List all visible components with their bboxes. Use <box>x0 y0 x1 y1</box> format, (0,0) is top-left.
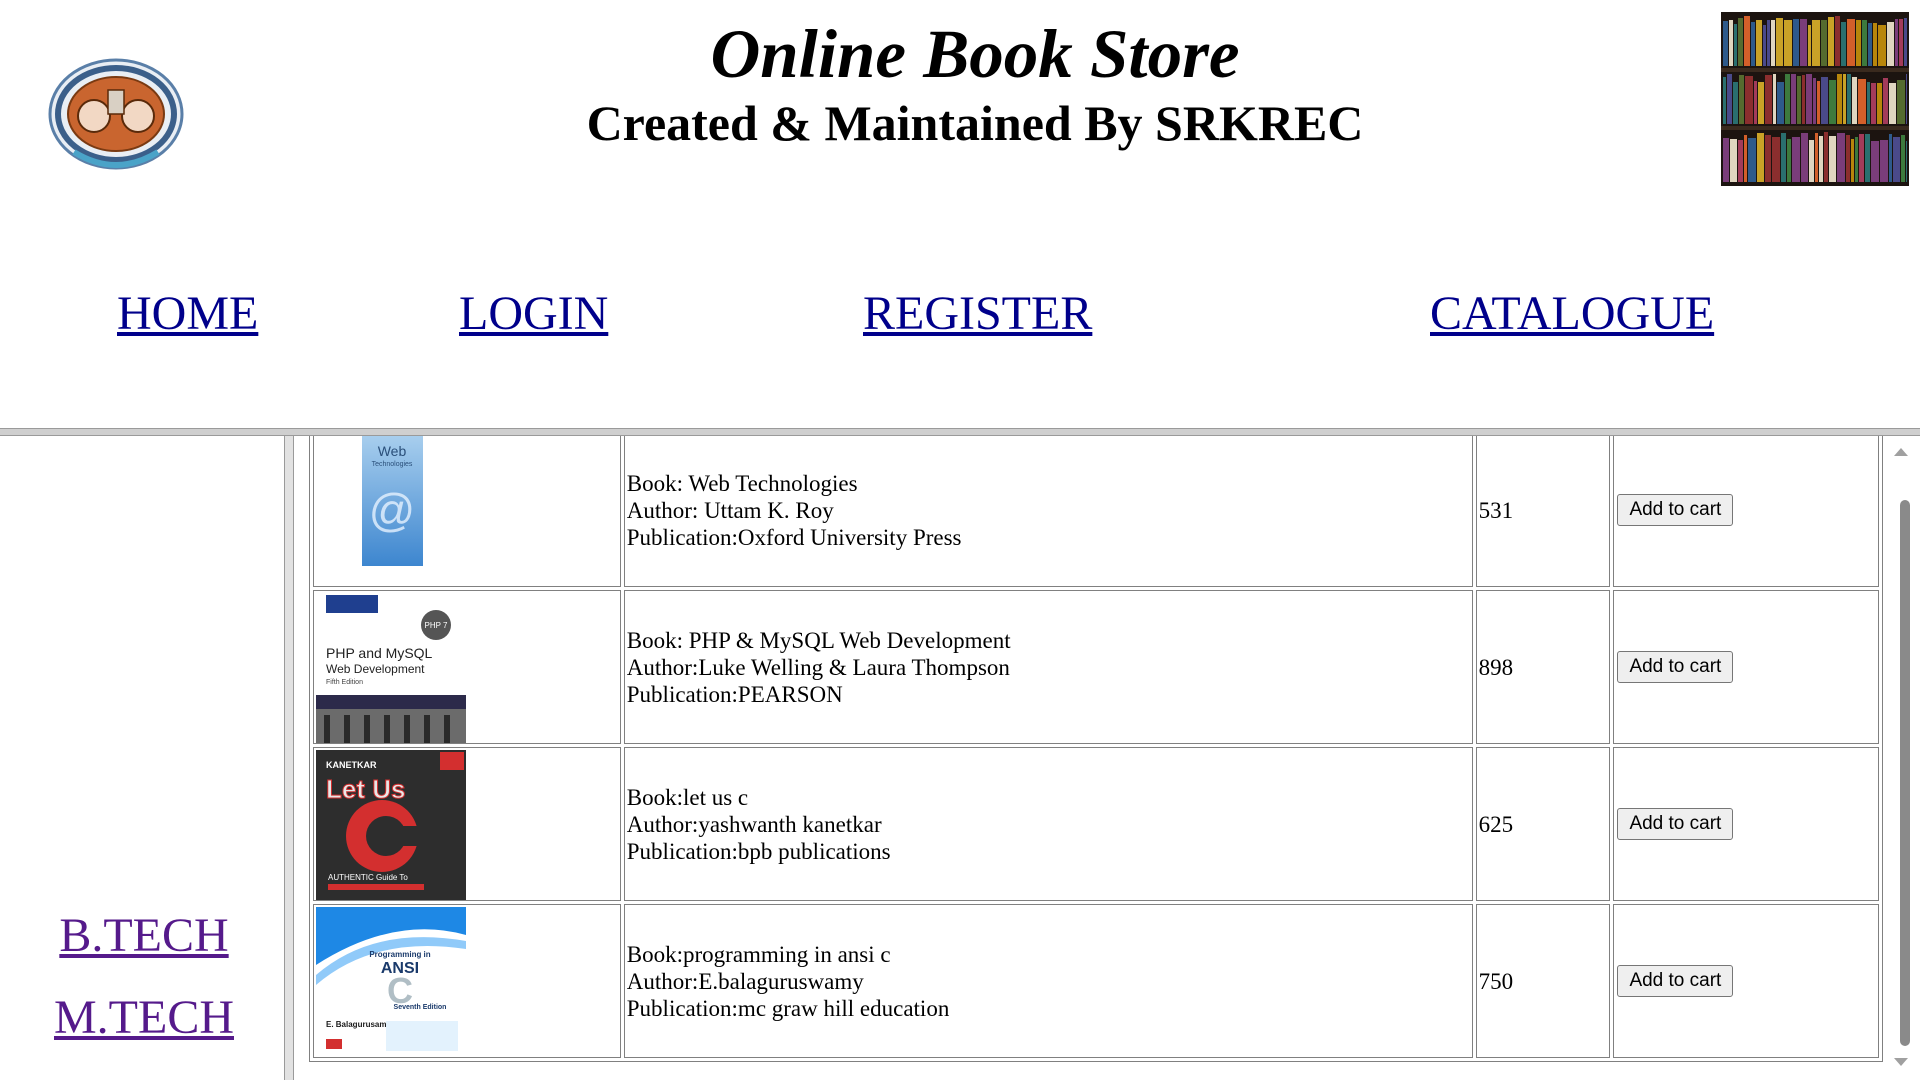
book-price: 531 <box>1475 436 1611 587</box>
cart-cell: Add to cart <box>1613 590 1879 744</box>
header: Online Book Store Created & Maintained B… <box>0 0 1920 428</box>
book-publication: Publication:PEARSON <box>626 681 843 707</box>
sidebar-item-btech[interactable]: B.TECH <box>0 906 288 966</box>
scroll-down-arrow-icon[interactable] <box>1894 1058 1908 1066</box>
scrollbar-thumb[interactable] <box>1900 500 1910 1046</box>
cover-text: Let Us <box>326 774 405 804</box>
add-to-cart-button[interactable]: Add to cart <box>1617 808 1734 840</box>
nav-catalogue-link[interactable]: CATALOGUE <box>1430 284 1714 344</box>
add-to-cart-button[interactable]: Add to cart <box>1617 651 1734 683</box>
nav-register-link[interactable]: REGISTER <box>863 284 1092 344</box>
frame-divider-vertical[interactable] <box>284 436 294 1080</box>
cover-text: KANETKAR <box>326 760 377 770</box>
svg-text:AUTHENTIC Guide To: AUTHENTIC Guide To <box>328 873 408 882</box>
book-author: Author:yashwanth kanetkar <box>626 811 882 837</box>
book-author: Author: Uttam K. Roy <box>626 497 834 523</box>
book-cover-image: Programming in ANSI C Seventh Edition E.… <box>316 907 466 1053</box>
add-to-cart-button[interactable]: Add to cart <box>1617 494 1734 526</box>
table-row: Web Technologies @ Book: Web Technologie… <box>313 436 1879 587</box>
book-title: Book:programming in ansi c <box>626 941 891 967</box>
book-publication: Publication:mc graw hill education <box>626 995 950 1021</box>
table-row: KANETKAR Let Us AUTHENTIC Guide To Book:… <box>313 747 1879 901</box>
frame-divider-horizontal[interactable] <box>0 428 1920 436</box>
table-row: PHP 7 PHP and MySQL Web Development Fift… <box>313 590 1879 744</box>
book-author: Author:E.balaguruswamy <box>626 968 864 994</box>
book-cover-cell: KANETKAR Let Us AUTHENTIC Guide To <box>313 747 621 901</box>
catalogue-frame: Web Technologies @ Book: Web Technologie… <box>294 436 1884 1080</box>
book-title: Book: PHP & MySQL Web Development <box>626 627 1011 653</box>
book-details: Book:programming in ansi c Author:E.bala… <box>623 904 1473 1058</box>
add-to-cart-button[interactable]: Add to cart <box>1617 965 1734 997</box>
book-price: 625 <box>1475 747 1611 901</box>
book-publication: Publication:Oxford University Press <box>626 524 962 550</box>
scroll-up-arrow-icon[interactable] <box>1894 448 1908 456</box>
svg-text:@: @ <box>369 484 416 536</box>
cover-text: Seventh Edition <box>394 1004 447 1011</box>
book-details: Book:let us c Author:yashwanth kanetkar … <box>623 747 1473 901</box>
cover-text: Programming in <box>369 950 430 959</box>
page-title: Online Book Store <box>710 16 1240 92</box>
cover-text: PHP 7 <box>425 621 449 630</box>
bookshelf-image <box>1721 12 1909 186</box>
book-cover-cell: Web Technologies @ <box>313 436 621 587</box>
cover-text: Fifth Edition <box>326 679 363 686</box>
book-details: Book: Web Technologies Author: Uttam K. … <box>623 436 1473 587</box>
book-price: 750 <box>1475 904 1611 1058</box>
cart-cell: Add to cart <box>1613 904 1879 1058</box>
cover-text: Web <box>378 443 407 459</box>
book-cover-cell: PHP 7 PHP and MySQL Web Development Fift… <box>313 590 621 744</box>
book-author: Author:Luke Welling & Laura Thompson <box>626 654 1010 680</box>
cover-text: E. Balagurusamy <box>326 1020 391 1029</box>
book-cover-image: Web Technologies @ <box>362 436 423 566</box>
book-cover-image: PHP 7 PHP and MySQL Web Development Fift… <box>316 593 466 743</box>
book-cover-cell: Programming in ANSI C Seventh Edition E.… <box>313 904 621 1058</box>
books-table: Web Technologies @ Book: Web Technologie… <box>309 436 1883 1062</box>
cover-text: PHP and MySQL <box>326 645 433 661</box>
book-title: Book: Web Technologies <box>626 470 858 496</box>
book-cover-image: KANETKAR Let Us AUTHENTIC Guide To <box>316 750 466 900</box>
cover-text: Web Development <box>326 662 425 676</box>
nav-home-link[interactable]: HOME <box>117 284 258 344</box>
cart-cell: Add to cart <box>1613 747 1879 901</box>
sidebar-item-mtech[interactable]: M.TECH <box>0 988 288 1048</box>
nav-login-link[interactable]: LOGIN <box>459 284 608 344</box>
sidebar-frame: B.TECH M.TECH <box>0 436 288 1080</box>
vertical-scrollbar[interactable] <box>1884 436 1920 1080</box>
cart-cell: Add to cart <box>1613 436 1879 587</box>
book-price: 898 <box>1475 590 1611 744</box>
table-row: Programming in ANSI C Seventh Edition E.… <box>313 904 1879 1058</box>
book-publication: Publication:bpb publications <box>626 838 891 864</box>
book-details: Book: PHP & MySQL Web Development Author… <box>623 590 1473 744</box>
page-subtitle: Created & Maintained By SRKREC <box>586 95 1364 151</box>
cover-text: Technologies <box>372 461 413 468</box>
book-title: Book:let us c <box>626 784 749 810</box>
